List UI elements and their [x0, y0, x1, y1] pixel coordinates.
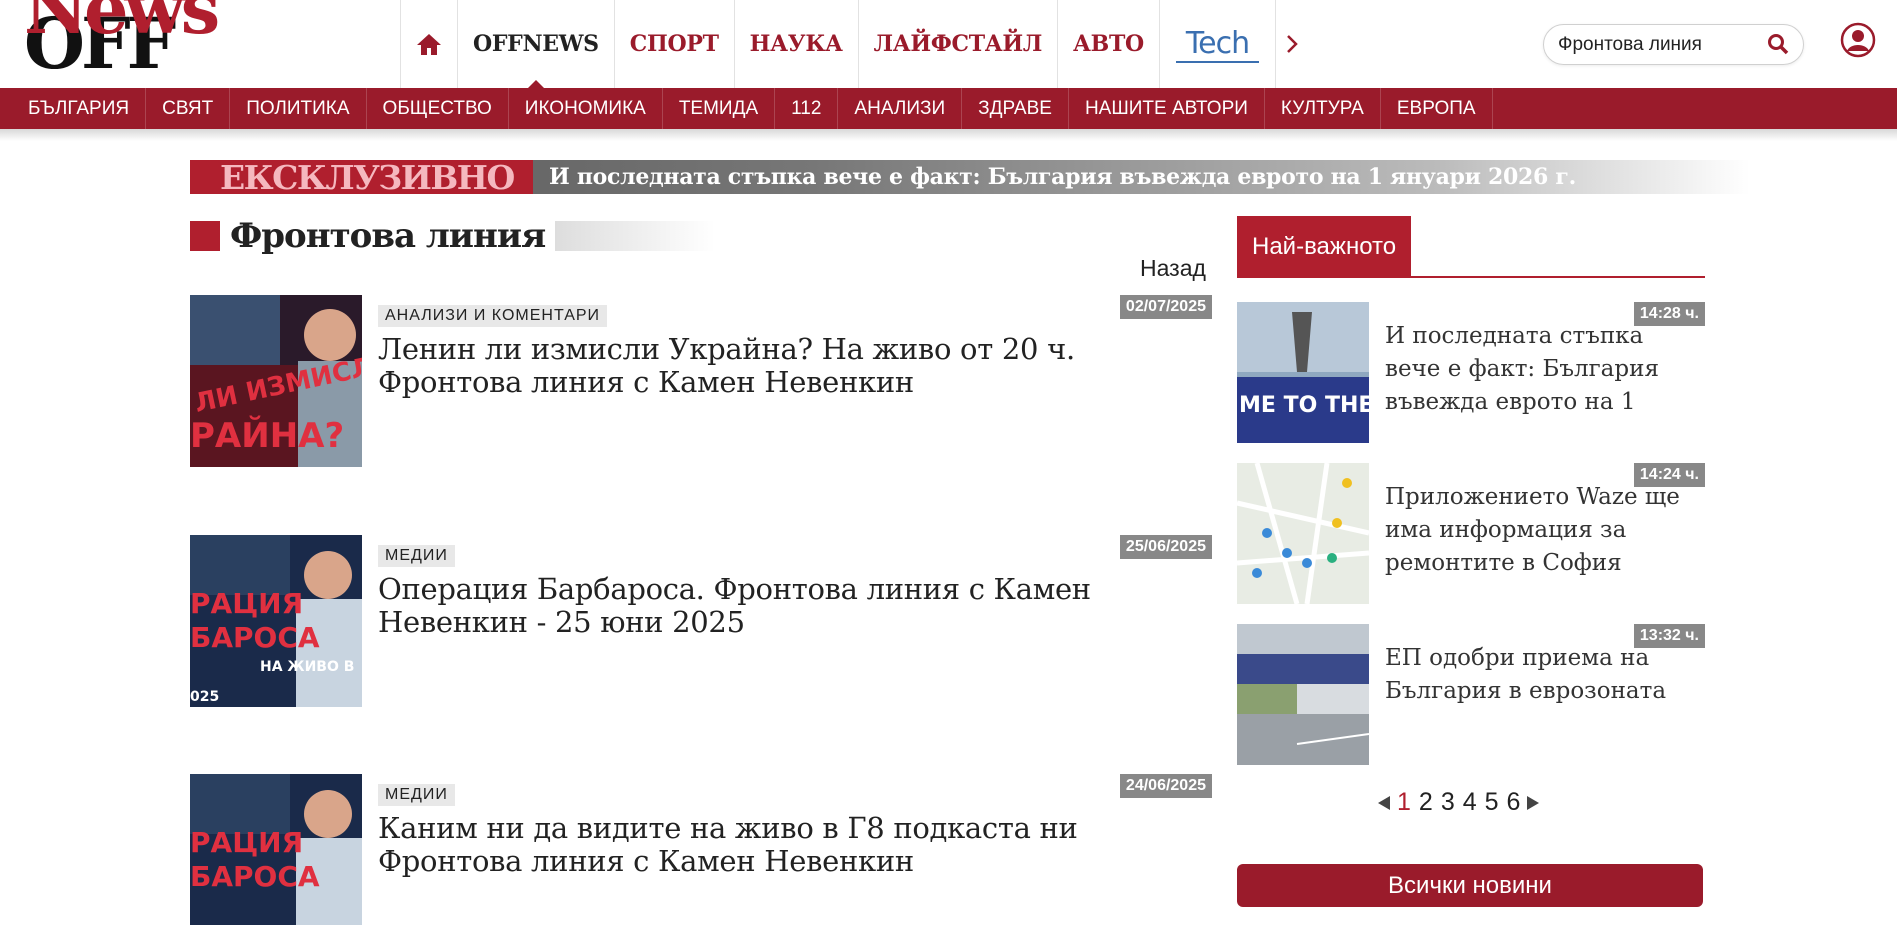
main-nav: OFFNEWS СПОРТ НАУКА ЛАЙФСТАЙЛ АВТО Tech [400, 0, 1308, 88]
subnav-item[interactable]: СВЯТ [146, 88, 231, 129]
nav-offnews[interactable]: OFFNEWS [457, 0, 614, 88]
sidebar-tab-most-important[interactable]: Най-важното [1237, 216, 1412, 278]
site-logo[interactable]: OFF News [24, 0, 220, 80]
svg-text:БАРОСА: БАРОСА [190, 621, 320, 654]
article-date: 02/07/2025 [1119, 295, 1212, 319]
subnav-item[interactable]: ЗДРАВЕ [962, 88, 1069, 129]
title-decoration [555, 221, 716, 251]
subnav-item[interactable]: ПОЛИТИКА [230, 88, 367, 129]
search-value: Фронтова линия [1558, 33, 1702, 55]
subnav-item[interactable]: НАШИТЕ АВТОРИ [1069, 88, 1265, 129]
article-category[interactable]: МЕДИИ [378, 784, 455, 806]
top-news-item[interactable]: ЕП одобри приема на България в еврозонат… [1237, 624, 1705, 765]
back-link[interactable]: Назад [1140, 255, 1206, 282]
search-icon[interactable] [1767, 33, 1789, 55]
subnav-item[interactable]: КУЛТУРА [1265, 88, 1381, 129]
top-news-sidebar: Най-важното [1237, 216, 1705, 278]
article-date: 25/06/2025 [1119, 535, 1212, 559]
exclusive-tag: ЕКСКЛУЗИВНО [190, 160, 533, 194]
top-news-item[interactable]: Приложението Waze ще има информация за р… [1237, 463, 1705, 604]
svg-text:НА ЖИВО В: НА ЖИВО В [260, 659, 354, 675]
subnav-item[interactable]: ТЕМИДА [663, 88, 776, 129]
nav-tech[interactable]: Tech [1158, 0, 1275, 88]
top-header: OFF News OFFNEWS СПОРТ НАУКА ЛАЙФСТАЙЛ АВ… [0, 0, 1897, 88]
nav-sport[interactable]: СПОРТ [613, 0, 734, 88]
news-thumbnail[interactable] [1237, 624, 1369, 765]
news-title[interactable]: Приложението Waze ще има информация за р… [1385, 481, 1685, 580]
subnav-item[interactable]: ИКОНОМИКА [509, 88, 663, 129]
prev-page-icon[interactable] [1375, 794, 1393, 812]
next-page-icon[interactable] [1524, 794, 1542, 812]
article-item[interactable]: РАЦИЯ БАРОСА МЕДИИ 24/06/2025 Каним ни да… [190, 774, 1212, 925]
nav-science[interactable]: НАУКА [733, 0, 858, 88]
article-thumbnail[interactable]: ЛИ ИЗМИСЛИ РАЙНА? [190, 295, 362, 467]
news-time: 13:32 ч. [1633, 624, 1705, 648]
nav-auto[interactable]: АВТО [1057, 0, 1159, 88]
article-title[interactable]: Операция Барбароса. Фронтова линия с Кам… [378, 573, 1138, 639]
svg-text:РАЦИЯ: РАЦИЯ [190, 587, 303, 620]
svg-text:РАЙНА?: РАЙНА? [190, 415, 344, 456]
page-link[interactable]: 5 [1485, 788, 1499, 817]
svg-text:025: 025 [190, 689, 219, 705]
page-link[interactable]: 3 [1441, 788, 1455, 817]
top-news-item[interactable]: ME TO THE EURO И последната стъпка вече … [1237, 302, 1705, 443]
page-link[interactable]: 4 [1463, 788, 1477, 817]
subnav-item[interactable]: ЕВРОПА [1381, 88, 1493, 129]
user-account-icon[interactable] [1840, 22, 1876, 58]
page-link[interactable]: 2 [1419, 788, 1433, 817]
svg-text:БАРОСА: БАРОСА [190, 860, 320, 893]
search-input[interactable]: Фронтова линия [1543, 24, 1804, 65]
subnav-item[interactable]: ОБЩЕСТВО [367, 88, 509, 129]
article-thumbnail[interactable]: РАЦИЯ БАРОСА [190, 774, 362, 925]
home-icon [417, 34, 441, 55]
sidebar-header: Най-важното [1237, 216, 1705, 278]
section-header: Фронтова линия [190, 216, 716, 256]
page-title: Фронтова линия [230, 216, 546, 256]
article-title[interactable]: Ленин ли измисли Украйна? На живо от 20 … [378, 333, 1138, 399]
page-link-current[interactable]: 1 [1397, 788, 1411, 817]
pagination: 1 2 3 4 5 6 [1375, 788, 1542, 817]
breaking-news-bar[interactable]: ЕКСКЛУЗИВНО И последната стъпка вече е ф… [190, 160, 1750, 194]
home-button[interactable] [400, 0, 457, 88]
article-category[interactable]: АНАЛИЗИ И КОМЕНТАРИ [378, 305, 608, 327]
news-time: 14:28 ч. [1633, 302, 1705, 326]
subnav-item[interactable]: 112 [775, 88, 839, 129]
subnav-item[interactable]: БЪЛГАРИЯ [0, 88, 147, 129]
breaking-headline[interactable]: И последната стъпка вече е факт: Българи… [533, 164, 1576, 190]
tech-logo: Tech [1175, 26, 1260, 63]
article-item[interactable]: РАЦИЯ БАРОСА НА ЖИВО В 025 МЕДИИ 25/06/2025… [190, 535, 1212, 707]
article-title[interactable]: Каним ни да видите на живо в Г8 подкаста… [378, 812, 1138, 878]
category-nav: БЪЛГАРИЯ СВЯТ ПОЛИТИКА ОБЩЕСТВО ИКОНОМИК… [0, 88, 1897, 129]
nav-lifestyle[interactable]: ЛАЙФСТАЙЛ [857, 0, 1057, 88]
section-marker [190, 221, 220, 251]
article-date: 24/06/2025 [1119, 774, 1212, 798]
nav-shadow [0, 129, 1897, 141]
nav-more-button[interactable] [1275, 0, 1308, 88]
svg-text:ME TO THE EURO: ME TO THE EURO [1239, 393, 1369, 418]
news-thumbnail[interactable] [1237, 463, 1369, 604]
svg-text:РАЦИЯ: РАЦИЯ [190, 826, 303, 859]
article-item[interactable]: ЛИ ИЗМИСЛИ РАЙНА? АНАЛИЗИ И КОМЕНТАРИ 02/… [190, 295, 1212, 467]
news-title[interactable]: ЕП одобри приема на България в еврозонат… [1385, 642, 1685, 708]
article-thumbnail[interactable]: РАЦИЯ БАРОСА НА ЖИВО В 025 [190, 535, 362, 707]
subnav-item[interactable]: АНАЛИЗИ [838, 88, 963, 129]
news-time: 14:24 ч. [1633, 463, 1705, 487]
all-news-button[interactable]: Всички новини [1237, 864, 1703, 907]
chevron-right-icon [1287, 35, 1298, 53]
article-category[interactable]: МЕДИИ [378, 545, 455, 567]
news-title[interactable]: И последната стъпка вече е факт: Българи… [1385, 320, 1685, 419]
news-thumbnail[interactable]: ME TO THE EURO [1237, 302, 1369, 443]
page-link[interactable]: 6 [1507, 788, 1521, 817]
